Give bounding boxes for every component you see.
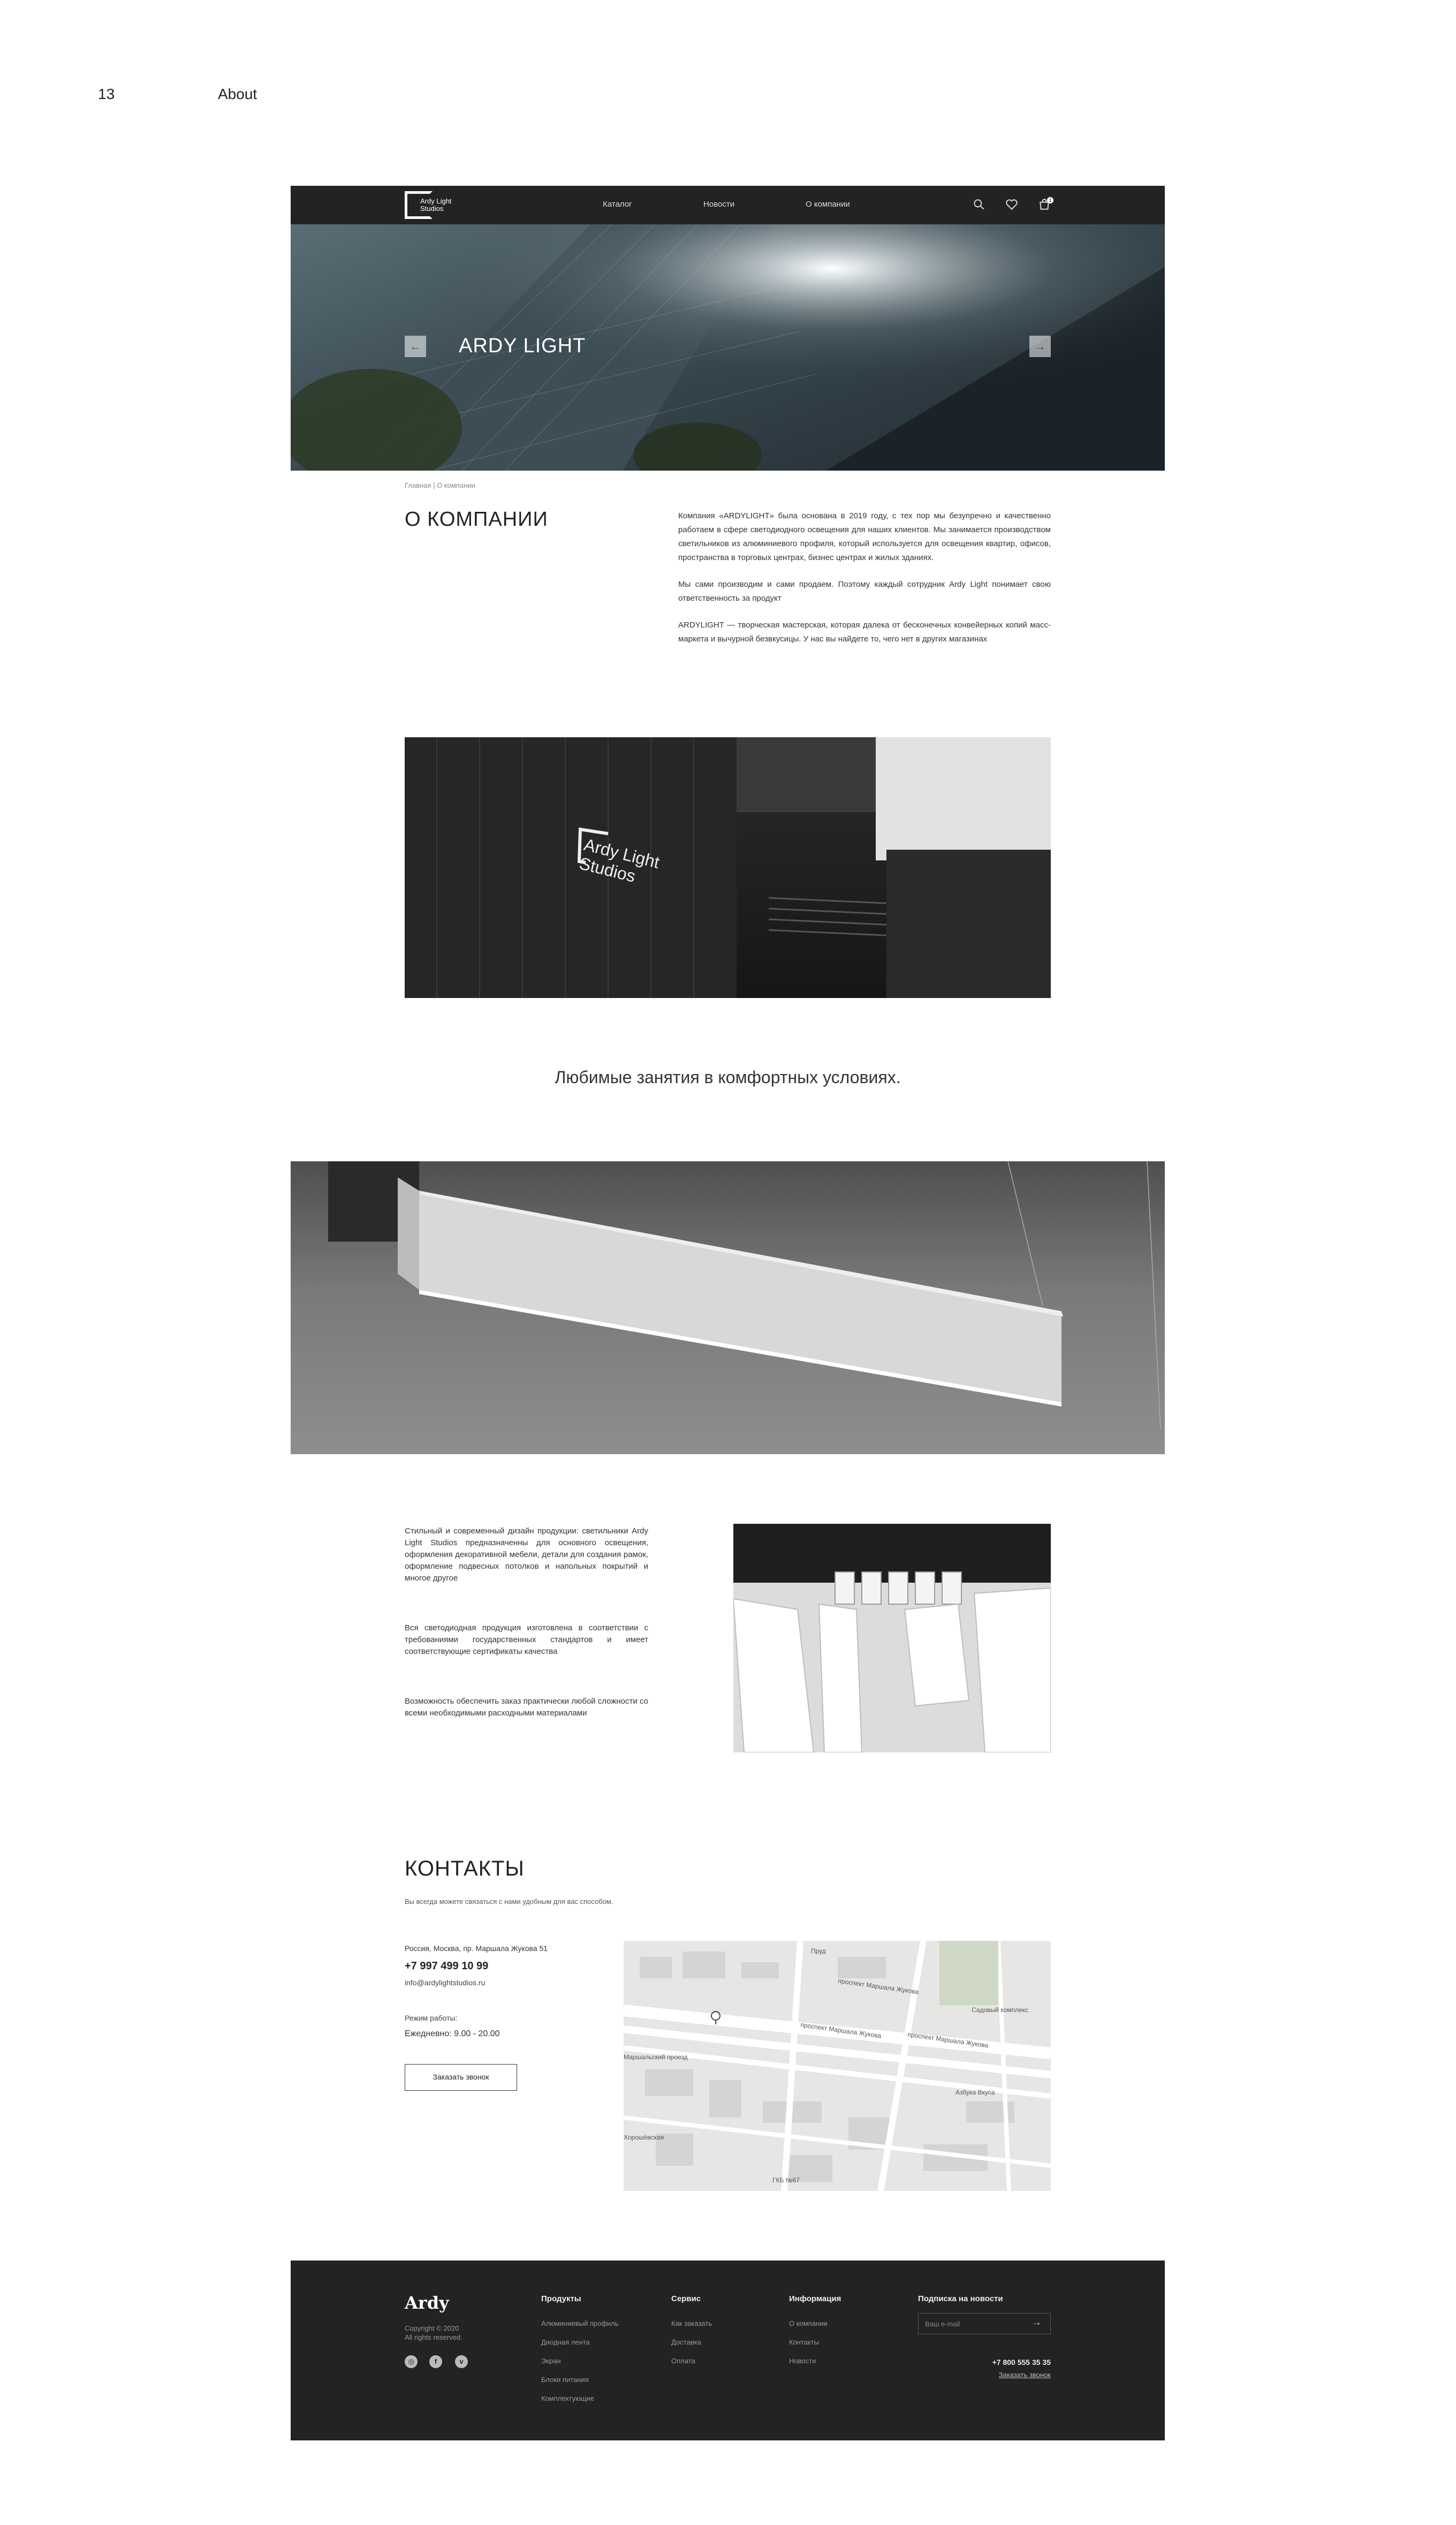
about-text: Компания «ARDYLIGHT» была основана в 201… [678, 509, 1051, 659]
about-paragraph: Компания «ARDYLIGHT» была основана в 201… [678, 511, 1051, 562]
about-paragraph: ARDYLIGHT — творческая мастерская, котор… [678, 621, 1051, 644]
map-label: Пруд [811, 1947, 826, 1955]
footer-callback-link[interactable]: Заказать звонок [981, 2371, 1051, 2379]
footer-col-title-service: Сервис [671, 2294, 701, 2303]
subscribe-title: Подписка на новости [918, 2294, 1003, 2303]
footer-link[interactable]: Новости [789, 2357, 816, 2365]
nav-about[interactable]: О компании [806, 200, 850, 209]
building-photo-art [405, 737, 1051, 998]
footer-logo[interactable]: Ardy [405, 2293, 449, 2313]
about-paragraph: Мы сами производим и сами продаем. Поэто… [678, 580, 1051, 603]
hero-next-arrow-icon[interactable]: → [1029, 336, 1051, 357]
subscribe-submit-arrow-icon[interactable]: → [1032, 2317, 1042, 2328]
copyright-line-2: All rights reserved. [405, 2333, 462, 2341]
profile-photo [733, 1524, 1051, 1752]
cart-count-badge: 1 [1047, 197, 1053, 203]
vk-icon[interactable]: v [455, 2355, 468, 2368]
logo-text[interactable]: Ardy Light Studios [420, 198, 452, 213]
site-header: Ardy Light Studios Каталог Новости О ком… [291, 186, 1165, 224]
tagline: Любимые занятия в комфортных условиях. [555, 1068, 901, 1087]
footer-link[interactable]: Блоки питания [541, 2376, 589, 2384]
footer-link[interactable]: О компании [789, 2319, 828, 2327]
search-icon[interactable] [972, 198, 986, 211]
map-label: Садовый комплекс [972, 2006, 1029, 2014]
footer-link[interactable]: Доставка [671, 2338, 701, 2346]
callback-button[interactable]: Заказать звонок [405, 2064, 517, 2091]
page-label: About [218, 86, 257, 102]
footer-col-title-products: Продукты [541, 2294, 581, 2303]
footer-col-title-info: Информация [789, 2294, 841, 2303]
hours-label: Режим работы: [405, 2014, 458, 2022]
footer-link[interactable]: Диодная лента [541, 2338, 590, 2346]
map-label: ГКБ №67 [772, 2176, 800, 2184]
nav-catalog[interactable]: Каталог [603, 200, 632, 209]
footer-link[interactable]: Алюминиевый профиль [541, 2319, 619, 2327]
footer-copyright: Copyright © 2020 All rights reserved. [405, 2324, 462, 2342]
subscribe-email-input[interactable] [918, 2313, 1051, 2334]
lamp-photo [291, 1161, 1165, 1454]
instagram-icon[interactable]: ◎ [405, 2355, 418, 2368]
footer-link[interactable]: Контакты [789, 2338, 819, 2346]
copyright-line-1: Copyright © 2020 [405, 2324, 459, 2332]
contact-phone[interactable]: +7 997 499 10 99 [405, 1960, 488, 1972]
feature-text: Стильный и современный дизайн продукции:… [405, 1526, 648, 1583]
lamp-photo-art [328, 1161, 1161, 1430]
hours-value: Ежедневно: 9.00 - 20.00 [405, 2029, 500, 2038]
feature-text: Вся светодиодная продукция изготовлена в… [405, 1623, 648, 1656]
site-footer: Ardy Copyright © 2020 All rights reserve… [291, 2261, 1165, 2440]
map-label: Азбука Вкуса [956, 2089, 995, 2096]
map[interactable]: проспект Маршала Жукова проспект Маршала… [624, 1941, 1051, 2191]
page-number: 13 [98, 86, 115, 102]
footer-link[interactable]: Комплектующие [541, 2394, 594, 2402]
hero-banner: ← ARDY LIGHT → [291, 224, 1165, 471]
nav-news[interactable]: Новости [703, 200, 734, 209]
heart-icon[interactable] [1005, 198, 1019, 211]
facebook-icon[interactable]: f [429, 2355, 442, 2368]
profile-photo-art [733, 1524, 1051, 1752]
footer-link[interactable]: Как заказать [671, 2319, 712, 2327]
logo-line-1: Ardy Light [420, 197, 452, 205]
contacts-subtitle: Вы всегда можете связаться с нами удобны… [405, 1897, 613, 1906]
footer-link[interactable]: Экран [541, 2357, 561, 2365]
map-label: Хорошёвская [624, 2134, 664, 2141]
feature-text: Возможность обеспечить заказ практически… [405, 1697, 648, 1718]
map-label: Маршальский проезд [624, 2053, 688, 2061]
contacts-title: КОНТАКТЫ [405, 1857, 525, 1880]
contact-email[interactable]: info@ardylightstudios.ru [405, 1978, 485, 1987]
logo-line-2: Studios [420, 205, 444, 213]
breadcrumb[interactable]: Главная | О компании [405, 481, 475, 489]
footer-phone[interactable]: +7 800 555 35 35 [981, 2358, 1051, 2367]
footer-link[interactable]: Оплата [671, 2357, 695, 2365]
contact-address: Россия, Москва, пр. Маршала Жукова 51 [405, 1944, 548, 1953]
building-photo: Ardy Light Studios [405, 737, 1051, 998]
map-art [624, 1941, 1051, 2191]
about-title: О КОМПАНИИ [405, 508, 548, 531]
hero-title: ARDY LIGHT [459, 335, 586, 357]
hero-prev-arrow-icon[interactable]: ← [405, 336, 426, 357]
